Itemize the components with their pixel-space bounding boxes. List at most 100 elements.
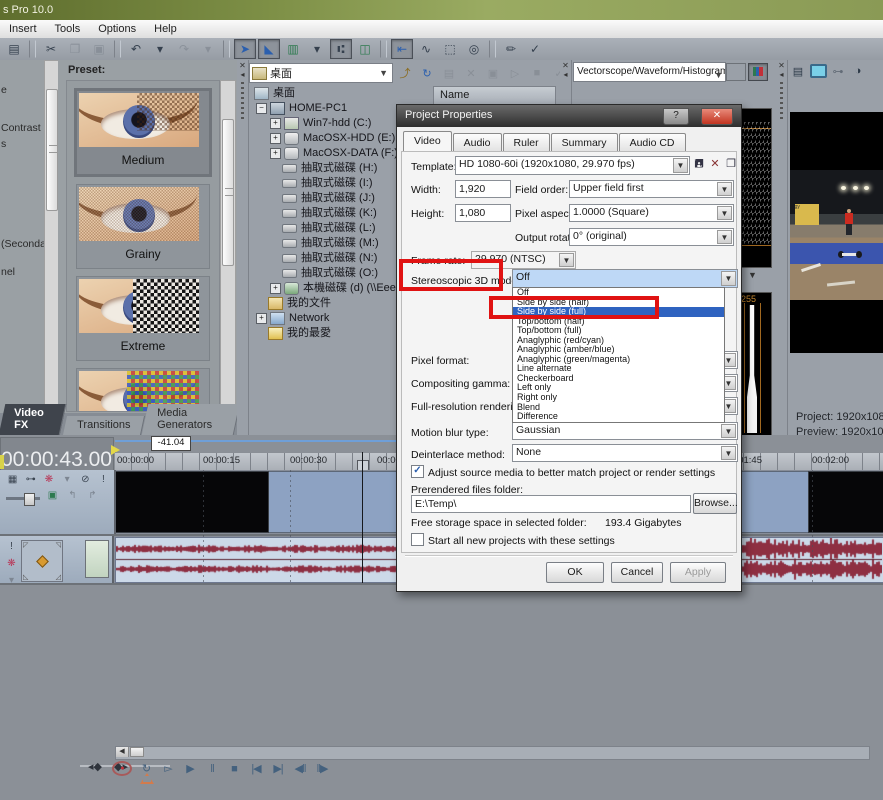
dock-tab[interactable]: Media Generators (142, 404, 241, 435)
address-dropdown[interactable]: 桌面 ▼ (249, 63, 393, 83)
copy-snapshot-icon[interactable] (726, 63, 746, 81)
preset-scrollbar[interactable] (220, 80, 236, 412)
toolbar-icon[interactable]: ▥ (282, 39, 304, 59)
chevron-down-icon[interactable]: ▼ (717, 182, 732, 196)
ok-button[interactable]: OK (546, 562, 604, 583)
track-header-icon[interactable]: ▣ (45, 489, 60, 502)
transport-button[interactable]: ● (112, 761, 132, 776)
chevron-down-icon[interactable]: ▼ (721, 271, 736, 286)
track-header-icon[interactable]: ⊘ (79, 473, 92, 486)
tree-expander-icon[interactable]: + (270, 283, 281, 294)
dialog-titlebar[interactable]: Project Properties (397, 105, 741, 127)
dialog-tab[interactable]: Video (403, 131, 452, 152)
tree-expander-icon[interactable] (270, 254, 279, 263)
tree-expander-icon[interactable] (256, 329, 265, 338)
prerendered-files-path-input[interactable]: E:\Temp\ (411, 495, 691, 513)
transport-button[interactable]: |◀ (248, 761, 264, 776)
tree-expander-icon[interactable] (270, 269, 279, 278)
playhead-cursor[interactable] (362, 452, 363, 583)
panel-grip[interactable]: ✕ ◂ (560, 60, 572, 106)
update-scopes-icon[interactable] (748, 63, 768, 81)
preset-item[interactable]: Grainy (76, 184, 210, 269)
preset-item[interactable]: Extreme (76, 276, 210, 361)
toolbar-icon[interactable]: ◫ (354, 39, 376, 59)
tree-expander-icon[interactable] (270, 224, 279, 233)
video-clip-event[interactable] (115, 471, 269, 533)
fx-plugin-name-partial[interactable]: nel (1, 266, 15, 278)
pixel-aspect-ratio-dropdown[interactable]: 1.0000 (Square)▼ (569, 204, 734, 222)
video-clip-event[interactable] (808, 471, 883, 533)
toolbar-icon[interactable]: ⬚ (439, 39, 461, 59)
horizontal-scrollbar[interactable]: ◀ (115, 746, 870, 760)
project-properties-icon[interactable]: ▤ (788, 62, 808, 80)
field-order-dropdown[interactable]: Upper field first▼ (569, 180, 734, 198)
output-rotation-dropdown[interactable]: 0° (original)▼ (569, 228, 734, 246)
tree-expander-icon[interactable] (242, 89, 251, 98)
transport-button[interactable]: ▻ (160, 761, 176, 776)
explorer-toolbar-icon[interactable]: ■ (527, 64, 547, 82)
chevron-down-icon[interactable]: ▼ (748, 270, 757, 280)
tree-expander-icon[interactable] (270, 194, 279, 203)
split-screen-icon[interactable]: ◑ (848, 62, 868, 80)
menu-item[interactable]: Insert (0, 23, 46, 35)
toolbar-icon[interactable]: ∿ (415, 39, 437, 59)
toolbar-icon[interactable]: ↷ (173, 39, 195, 59)
surround-pan-control[interactable]: ◸◹ ◺◿ (21, 540, 63, 582)
menu-item[interactable]: Tools (46, 23, 90, 35)
toolbar-icon[interactable]: ⑆ (330, 39, 352, 59)
transport-button[interactable]: ‖ (204, 761, 220, 776)
menu-item[interactable]: Help (145, 23, 186, 35)
fx-plugin-name-partial[interactable]: e (1, 84, 7, 96)
explorer-toolbar-icon[interactable]: ✕ (461, 64, 481, 82)
toolbar-icon[interactable]: ❐ (64, 39, 86, 59)
close-panel-icon[interactable]: ✕ (560, 61, 571, 70)
tree-item[interactable]: 桌面 (240, 86, 432, 101)
tree-expander-icon[interactable] (270, 179, 279, 188)
transport-button[interactable]: ↻ (138, 761, 154, 776)
chevron-down-icon[interactable]: ▼ (721, 424, 736, 438)
transport-button[interactable]: ‖▶ (314, 761, 330, 776)
scroll-left-arrow[interactable]: ◀ (116, 747, 129, 757)
file-list-name-column-header[interactable]: Name (433, 86, 556, 105)
scope-type-dropdown[interactable]: Vectorscope/Waveform/Histogram▼ (573, 62, 726, 82)
stereoscopic-3d-mode-dropdown[interactable]: Off▼ (512, 269, 738, 288)
collapse-panel-icon[interactable]: ◂ (560, 70, 571, 79)
external-monitor-icon[interactable] (808, 62, 828, 80)
deinterlace-method-dropdown[interactable]: None▼ (512, 444, 738, 462)
track-header-icon[interactable]: ❋ (42, 473, 55, 486)
video-track-header[interactable]: ▦⊶❋▾⊘! ▣↰↱ (0, 470, 116, 534)
close-panel-icon[interactable]: ✕ (776, 61, 787, 70)
explorer-toolbar-icon[interactable]: ↻ (417, 64, 437, 82)
toolbar-icon[interactable]: ⇤ (391, 39, 413, 59)
toolbar-icon[interactable]: ✓ (524, 39, 546, 59)
drag-grip-icon[interactable] (780, 82, 783, 122)
fade-slider[interactable] (6, 497, 40, 500)
match-media-settings-icon[interactable]: ❐ (723, 157, 739, 172)
toolbar-icon[interactable]: ✂ (40, 39, 62, 59)
explorer-toolbar-icon[interactable]: ▤ (439, 64, 459, 82)
close-panel-icon[interactable]: ✕ (237, 61, 248, 70)
fx-plugin-name-partial[interactable]: (Secondar (1, 238, 44, 250)
track-header-icon[interactable]: ! (4, 540, 19, 553)
fx-plugin-name-partial[interactable]: Contrast (1, 122, 41, 134)
dock-tab[interactable]: Video FX (0, 404, 66, 435)
dock-tab[interactable]: Transitions (63, 416, 145, 435)
transport-button[interactable]: ▶ (182, 761, 198, 776)
track-header-icon[interactable]: ▾ (61, 473, 74, 486)
apply-button[interactable]: Apply (670, 562, 726, 583)
panel-grip[interactable]: ✕ ◂ (776, 60, 788, 435)
chevron-down-icon[interactable]: ▼ (721, 446, 736, 460)
toolbar-icon[interactable]: ▾ (197, 39, 219, 59)
adjust-source-media-checkbox[interactable]: ✓ (411, 465, 424, 478)
track-header-icon[interactable]: ! (97, 473, 110, 486)
toolbar-icon[interactable]: ◣ (258, 39, 280, 59)
toolbar-icon[interactable]: ✏ (500, 39, 522, 59)
scrub-left-icon[interactable]: ◂◆ (88, 760, 102, 773)
motion-blur-type-dropdown[interactable]: Gaussian▼ (512, 422, 738, 440)
toolbar-icon[interactable]: ◎ (463, 39, 485, 59)
chevron-down-icon[interactable]: ▼ (717, 230, 732, 244)
tree-expander-icon[interactable]: + (256, 313, 267, 324)
scrollbar-thumb[interactable] (130, 747, 144, 757)
toolbar-icon[interactable]: ➤ (234, 39, 256, 59)
cancel-button[interactable]: Cancel (611, 562, 663, 583)
